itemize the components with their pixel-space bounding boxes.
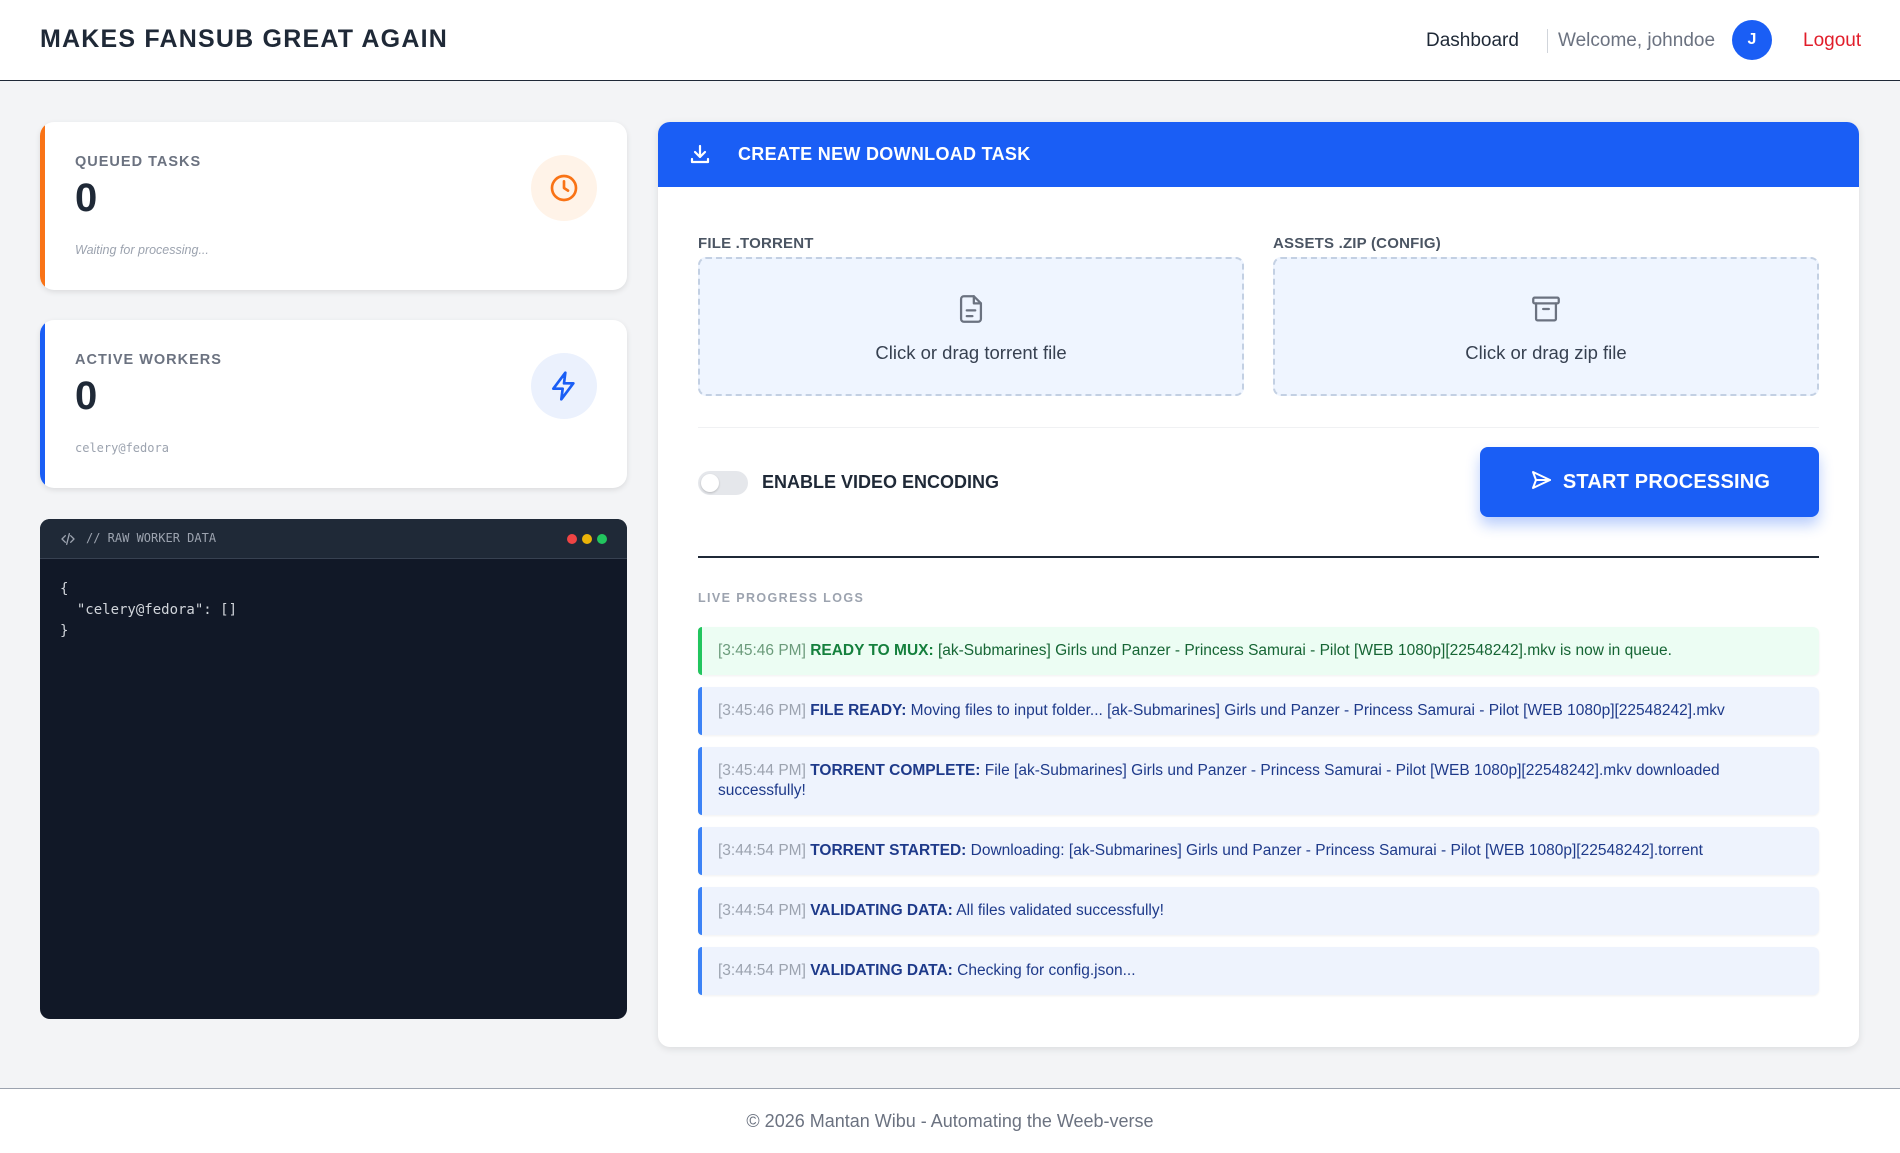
archive-icon [1529, 292, 1563, 331]
zip-dropzone-hint: Click or drag zip file [1465, 342, 1627, 363]
logout-link[interactable]: Logout [1803, 30, 1861, 52]
window-dots [567, 534, 607, 544]
create-task-panel: CREATE NEW DOWNLOAD TASK FILE .TORRENT C… [658, 122, 1859, 1047]
welcome-text: Welcome, johndoe [1558, 30, 1716, 51]
logs-divider [698, 556, 1819, 558]
page-footer: © 2026 Mantan Wibu - Automating the Weeb… [0, 1088, 1900, 1153]
log-time: [3:45:44 PM] [718, 762, 806, 779]
start-processing-label: START PROCESSING [1562, 470, 1771, 493]
log-message: [ak-Submarines] Girls und Panzer - Princ… [937, 642, 1672, 659]
log-status: TORRENT STARTED: [810, 842, 967, 859]
torrent-dropzone-hint: Click or drag torrent file [875, 342, 1067, 363]
footer-copyright: © 2026 Mantan Wibu - Automating the Weeb… [746, 1111, 1154, 1131]
download-icon [688, 142, 712, 171]
panel-title: CREATE NEW DOWNLOAD TASK [738, 144, 1031, 164]
terminal-title: // RAW WORKER DATA [86, 531, 217, 545]
log-time: [3:45:46 PM] [718, 642, 806, 659]
file-icon [954, 292, 988, 331]
green-dot [597, 534, 607, 544]
torrent-label: FILE .TORRENT [698, 235, 814, 252]
lightning-icon [531, 353, 597, 419]
brand-title: MAKES FANSUB GREAT AGAIN [40, 25, 448, 53]
log-time: [3:44:54 PM] [718, 962, 806, 979]
clock-icon [531, 155, 597, 221]
active-workers-label: ACTIVE WORKERS [75, 352, 222, 368]
active-workers-card: ACTIVE WORKERS 0 celery@fedora [40, 320, 627, 488]
log-status: READY TO MUX: [810, 642, 934, 659]
log-entry: [3:44:54 PM] VALIDATING DATA: Checking f… [698, 947, 1819, 995]
log-message: All files validated successfully! [956, 902, 1164, 919]
panel-header: CREATE NEW DOWNLOAD TASK [658, 122, 1859, 187]
active-workers-count: 0 [75, 374, 98, 418]
log-status: TORRENT COMPLETE: [810, 762, 981, 779]
queued-tasks-label: QUEUED TASKS [75, 154, 202, 170]
terminal-content: { "celery@fedora": [] } [60, 581, 238, 639]
log-message: Checking for config.json... [957, 962, 1136, 979]
send-icon [1529, 468, 1553, 497]
toggle-knob [701, 474, 719, 492]
log-entry: [3:45:46 PM] READY TO MUX: [ak-Submarine… [698, 627, 1819, 675]
start-processing-button[interactable]: START PROCESSING [1480, 447, 1819, 517]
zip-dropzone[interactable]: Click or drag zip file [1273, 257, 1819, 396]
section-divider [698, 427, 1819, 428]
top-navbar: MAKES FANSUB GREAT AGAIN Dashboard Welco… [0, 0, 1900, 81]
log-status: VALIDATING DATA: [810, 902, 953, 919]
log-time: [3:44:54 PM] [718, 902, 806, 919]
code-icon [60, 531, 76, 552]
log-message: Moving files to input folder... [ak-Subm… [910, 702, 1725, 719]
yellow-dot [582, 534, 592, 544]
log-status: VALIDATING DATA: [810, 962, 953, 979]
log-time: [3:44:54 PM] [718, 842, 806, 859]
user-avatar[interactable]: J [1732, 20, 1772, 60]
log-entry: [3:44:54 PM] VALIDATING DATA: All files … [698, 887, 1819, 935]
log-status: FILE READY: [810, 702, 907, 719]
video-encoding-toggle[interactable] [698, 471, 748, 495]
log-time: [3:45:46 PM] [718, 702, 806, 719]
queued-tasks-count: 0 [75, 176, 98, 220]
raw-worker-data-terminal: // RAW WORKER DATA { "celery@fedora": []… [40, 519, 627, 1019]
queued-tasks-subtext: Waiting for processing... [75, 243, 209, 257]
worker-hostname: celery@fedora [75, 441, 169, 455]
logs-title: LIVE PROGRESS LOGS [698, 591, 865, 605]
log-entry: [3:44:54 PM] TORRENT STARTED: Downloadin… [698, 827, 1819, 875]
nav-dashboard-link[interactable]: Dashboard [1426, 30, 1519, 52]
red-dot [567, 534, 577, 544]
terminal-header: // RAW WORKER DATA [40, 519, 627, 559]
log-entry: [3:45:46 PM] FILE READY: Moving files to… [698, 687, 1819, 735]
log-entry: [3:45:44 PM] TORRENT COMPLETE: File [ak-… [698, 747, 1819, 815]
video-encoding-label: ENABLE VIDEO ENCODING [762, 472, 1000, 492]
torrent-dropzone[interactable]: Click or drag torrent file [698, 257, 1244, 396]
log-message: Downloading: [ak-Submarines] Girls und P… [970, 842, 1703, 859]
nav-divider [1547, 29, 1548, 53]
queued-tasks-card: QUEUED TASKS 0 Waiting for processing... [40, 122, 627, 290]
zip-label: ASSETS .ZIP (CONFIG) [1273, 235, 1441, 252]
